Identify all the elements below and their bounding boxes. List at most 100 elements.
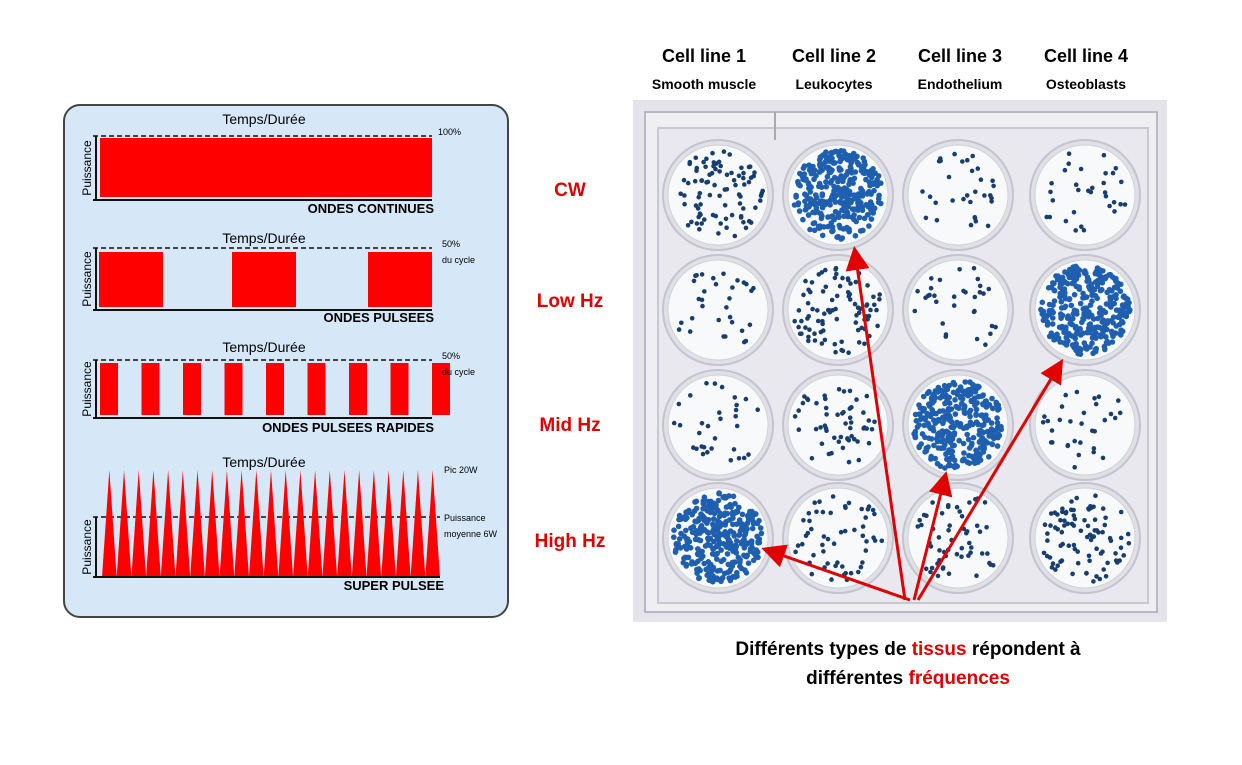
- cell-dot: [805, 300, 811, 306]
- row-label: Mid Hz: [539, 415, 600, 436]
- cell-dot: [1062, 167, 1068, 173]
- well: [902, 139, 1014, 251]
- cell-dot: [1113, 551, 1118, 556]
- cell-dot: [914, 424, 921, 430]
- cell-dot: [960, 457, 966, 464]
- cell-dot: [737, 559, 743, 566]
- cell-dot: [1046, 301, 1053, 308]
- cell-dot: [866, 440, 872, 446]
- cell-dot: [833, 265, 839, 271]
- cell-dot: [940, 445, 947, 451]
- cell-dot: [741, 175, 746, 181]
- cell-dot: [854, 159, 861, 166]
- cell-dot: [988, 193, 993, 198]
- column-subtitle: Osteoblasts: [1046, 76, 1126, 92]
- cell-dot: [822, 337, 828, 343]
- cell-dot: [802, 394, 807, 399]
- cell-dot: [1083, 305, 1090, 312]
- cell-dot: [754, 520, 761, 527]
- cell-dot: [856, 340, 862, 345]
- cell-dot: [834, 271, 839, 277]
- level-label: du cycle: [442, 367, 475, 377]
- cell-dot: [755, 538, 761, 545]
- cell-dot: [1058, 543, 1063, 548]
- cell-dot: [973, 412, 979, 419]
- cell-dot: [941, 382, 948, 389]
- cell-dot: [722, 510, 728, 516]
- well: [662, 369, 774, 481]
- cell-dot: [974, 523, 980, 529]
- cell-dot: [937, 548, 942, 553]
- cell-dot: [827, 180, 834, 186]
- cell-dot: [1100, 307, 1107, 314]
- cell-dot: [834, 293, 840, 299]
- cell-dot: [869, 427, 875, 432]
- cell-dot: [671, 420, 677, 426]
- cell-dot: [986, 454, 992, 460]
- cell-dot: [1049, 428, 1055, 433]
- time-axis-label: Temps/Durée: [222, 339, 305, 355]
- cell-dot: [1126, 541, 1132, 546]
- cell-dot: [930, 500, 935, 505]
- well: [782, 482, 894, 594]
- cell-dot: [1116, 398, 1121, 403]
- cell-dot: [1096, 394, 1102, 400]
- cell-dot: [991, 183, 996, 189]
- cell-dot: [854, 313, 859, 318]
- cell-dot: [836, 167, 843, 173]
- cell-dot: [726, 575, 732, 581]
- cell-dot: [736, 531, 743, 538]
- cell-dot: [825, 561, 830, 566]
- cell-dot: [843, 421, 848, 426]
- cell-dot: [819, 341, 825, 346]
- cell-dot: [713, 281, 719, 287]
- cell-dot: [1100, 529, 1105, 535]
- cell-dot: [727, 296, 732, 301]
- cell-dot: [711, 504, 718, 511]
- cell-dot: [916, 444, 922, 451]
- cell-dot: [968, 222, 974, 228]
- well: [662, 254, 774, 366]
- well: [1029, 254, 1141, 366]
- cell-dot: [994, 420, 1001, 426]
- caption-line-1: Différents types de tissus répondent à: [735, 639, 1081, 660]
- cell-dot: [801, 518, 806, 523]
- cell-dot: [700, 451, 706, 457]
- cell-dot: [714, 534, 720, 541]
- caption-line-2: différentes fréquences: [806, 668, 1010, 689]
- cell-dot: [843, 505, 848, 511]
- cell-dot: [825, 214, 831, 220]
- cell-dot: [842, 528, 848, 534]
- cell-dot: [814, 509, 819, 515]
- cell-dot: [736, 456, 742, 461]
- cell-dot: [820, 509, 826, 515]
- cell-dot: [693, 518, 700, 525]
- cell-dot: [853, 279, 859, 285]
- cell-dot: [805, 195, 812, 202]
- cell-dot: [973, 419, 980, 426]
- cell-dot: [841, 389, 847, 394]
- cell-dot: [697, 530, 703, 536]
- cell-dot: [1103, 574, 1109, 579]
- cell-dot: [1120, 293, 1127, 300]
- cell-dot: [823, 149, 829, 155]
- cell-dot: [974, 336, 980, 342]
- cell-dot: [1091, 286, 1098, 293]
- cell-dot: [743, 396, 749, 402]
- cell-dot: [868, 216, 875, 222]
- cell-dot: [1117, 321, 1123, 328]
- cell-dot: [685, 223, 691, 228]
- cell-dot: [822, 423, 828, 429]
- pulse: [99, 252, 163, 307]
- cell-dot: [822, 311, 827, 317]
- cell-dot: [961, 410, 968, 416]
- cell-dot: [877, 292, 882, 297]
- cell-dot: [1100, 506, 1106, 511]
- cell-dot: [985, 223, 991, 229]
- cell-dot: [727, 314, 733, 320]
- cell-dot: [1073, 228, 1078, 233]
- cell-dot: [977, 529, 983, 534]
- cell-dot: [845, 188, 851, 194]
- cell-dot: [1103, 515, 1108, 521]
- cell-dot: [1093, 401, 1099, 407]
